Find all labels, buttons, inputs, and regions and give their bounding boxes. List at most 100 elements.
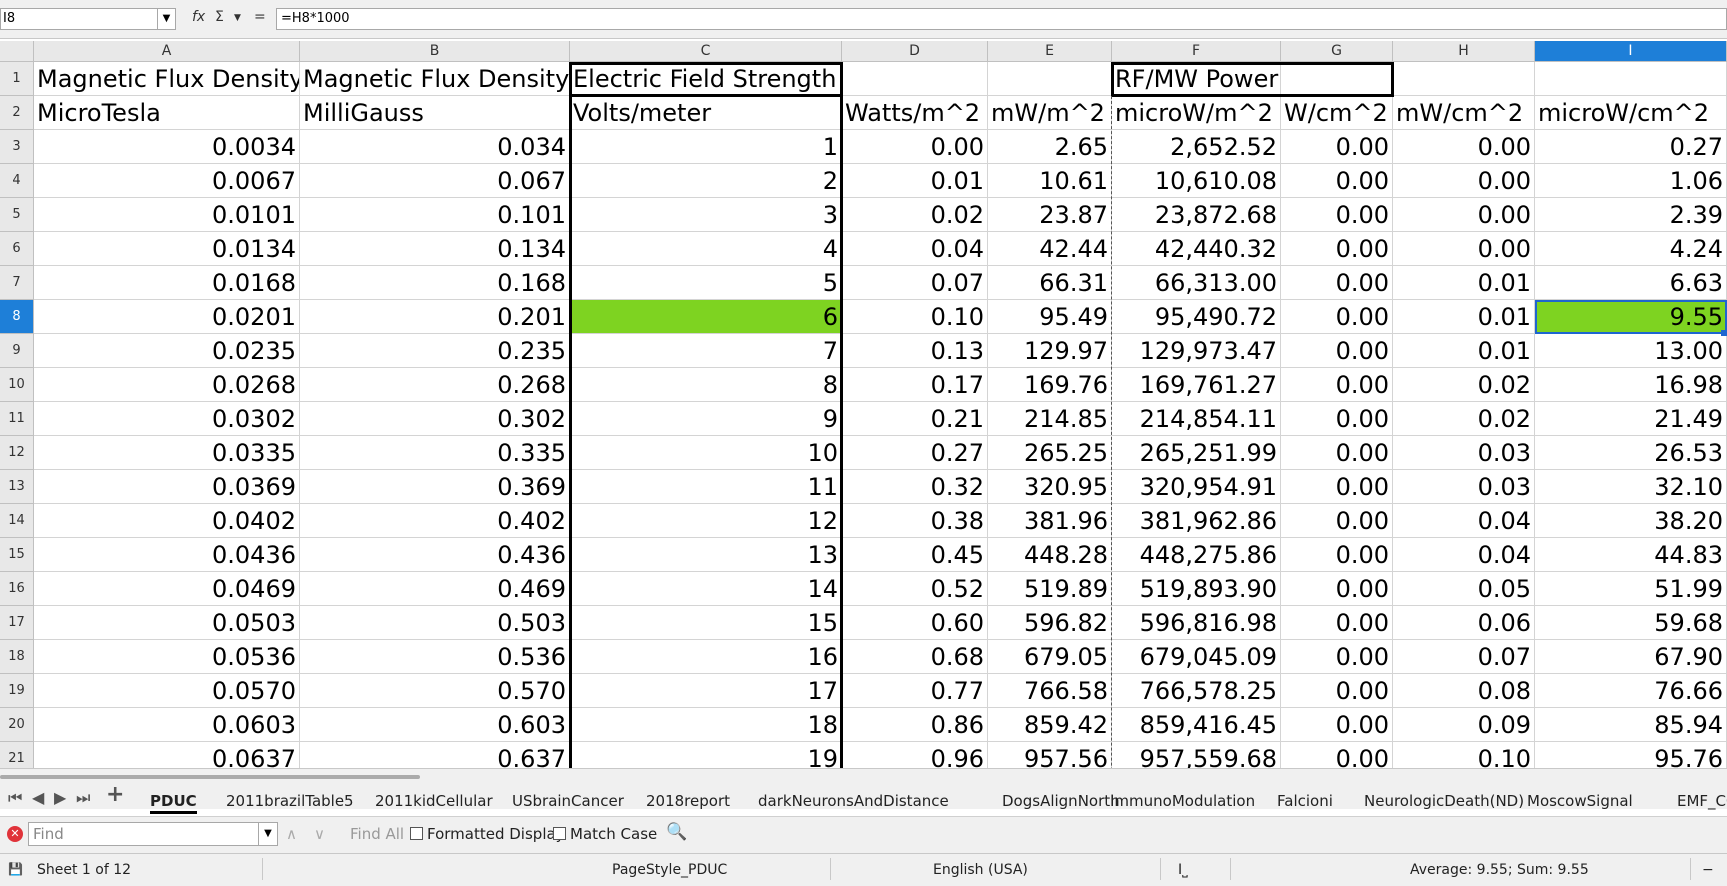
cell-i16[interactable]: 51.99 (1535, 572, 1727, 606)
cell-i13[interactable]: 32.10 (1535, 470, 1727, 504)
cell-c19[interactable]: 17 (570, 674, 842, 708)
cell-h19[interactable]: 0.08 (1393, 674, 1535, 708)
selection-summary[interactable]: Average: 9.55; Sum: 9.55 (1410, 862, 1589, 878)
cell-c12[interactable]: 10 (570, 436, 842, 470)
cell-e13[interactable]: 320.95 (988, 470, 1112, 504)
cell-d21[interactable]: 0.96 (842, 742, 988, 768)
cell-g14[interactable]: 0.00 (1281, 504, 1393, 538)
row-header-18[interactable]: 18 (0, 640, 34, 674)
cell-i1[interactable] (1535, 62, 1727, 96)
sheet-tab-usbraincancer[interactable]: USbrainCancer (512, 792, 624, 810)
row-header-17[interactable]: 17 (0, 606, 34, 640)
cell-b16[interactable]: 0.469 (300, 572, 570, 606)
cell-e21[interactable]: 957.56 (988, 742, 1112, 768)
cell-e12[interactable]: 265.25 (988, 436, 1112, 470)
cell-h4[interactable]: 0.00 (1393, 164, 1535, 198)
cell-b17[interactable]: 0.503 (300, 606, 570, 640)
cell-d8[interactable]: 0.10 (842, 300, 988, 334)
sheet-tab-dogsalignnorth[interactable]: DogsAlignNorth (1002, 792, 1120, 810)
cell-e2[interactable]: mW/m^2 (988, 96, 1112, 130)
cell-c21[interactable]: 19 (570, 742, 842, 768)
cell-e7[interactable]: 66.31 (988, 266, 1112, 300)
cell-i19[interactable]: 76.66 (1535, 674, 1727, 708)
cell-a4[interactable]: 0.0067 (34, 164, 300, 198)
cell-h12[interactable]: 0.03 (1393, 436, 1535, 470)
cell-a18[interactable]: 0.0536 (34, 640, 300, 674)
column-header-a[interactable]: A (34, 41, 300, 62)
cell-h10[interactable]: 0.02 (1393, 368, 1535, 402)
select-all-corner[interactable] (0, 41, 34, 62)
cell-b4[interactable]: 0.067 (300, 164, 570, 198)
cell-i11[interactable]: 21.49 (1535, 402, 1727, 436)
cell-c16[interactable]: 14 (570, 572, 842, 606)
cell-i18[interactable]: 67.90 (1535, 640, 1727, 674)
cell-i9[interactable]: 13.00 (1535, 334, 1727, 368)
find-previous-icon[interactable]: ∧ (286, 825, 297, 843)
cell-f13[interactable]: 320,954.91 (1112, 470, 1281, 504)
cell-e6[interactable]: 42.44 (988, 232, 1112, 266)
cell-f7[interactable]: 66,313.00 (1112, 266, 1281, 300)
cell-d15[interactable]: 0.45 (842, 538, 988, 572)
cell-g7[interactable]: 0.00 (1281, 266, 1393, 300)
cell-d2[interactable]: Watts/m^2 (842, 96, 988, 130)
sheet-tab-neurologicdeath-nd-[interactable]: NeurologicDeath(ND) (1364, 792, 1524, 810)
cell-d1[interactable] (842, 62, 988, 96)
cell-b12[interactable]: 0.335 (300, 436, 570, 470)
sheet-tab-emf-cc[interactable]: EMF_CC (1677, 792, 1727, 810)
last-sheet-icon[interactable]: ⏭ (76, 788, 90, 808)
cell-h1[interactable] (1393, 62, 1535, 96)
cell-f21[interactable]: 957,559.68 (1112, 742, 1281, 768)
add-sheet-icon[interactable]: + (106, 782, 124, 807)
cell-d19[interactable]: 0.77 (842, 674, 988, 708)
cell-a17[interactable]: 0.0503 (34, 606, 300, 640)
cell-b20[interactable]: 0.603 (300, 708, 570, 742)
cell-a1[interactable]: Magnetic Flux Density (34, 62, 300, 96)
cell-f19[interactable]: 766,578.25 (1112, 674, 1281, 708)
cell-d3[interactable]: 0.00 (842, 130, 988, 164)
cell-f16[interactable]: 519,893.90 (1112, 572, 1281, 606)
cell-g17[interactable]: 0.00 (1281, 606, 1393, 640)
close-find-icon[interactable]: ✕ (7, 826, 23, 842)
cell-g12[interactable]: 0.00 (1281, 436, 1393, 470)
cell-h16[interactable]: 0.05 (1393, 572, 1535, 606)
cell-i4[interactable]: 1.06 (1535, 164, 1727, 198)
cell-c4[interactable]: 2 (570, 164, 842, 198)
cell-h7[interactable]: 0.01 (1393, 266, 1535, 300)
cell-e5[interactable]: 23.87 (988, 198, 1112, 232)
row-header-2[interactable]: 2 (0, 96, 34, 130)
sum-dropdown-icon[interactable]: ▼ (234, 13, 241, 23)
cell-c5[interactable]: 3 (570, 198, 842, 232)
save-icon[interactable]: 💾 (8, 862, 23, 876)
cell-h2[interactable]: mW/cm^2 (1393, 96, 1535, 130)
cell-g19[interactable]: 0.00 (1281, 674, 1393, 708)
match-case-checkbox[interactable] (553, 827, 566, 840)
cell-h9[interactable]: 0.01 (1393, 334, 1535, 368)
sheet-tab-2018report[interactable]: 2018report (646, 792, 730, 810)
cell-i21[interactable]: 95.76 (1535, 742, 1727, 768)
cell-i14[interactable]: 38.20 (1535, 504, 1727, 538)
cell-f17[interactable]: 596,816.98 (1112, 606, 1281, 640)
cell-b19[interactable]: 0.570 (300, 674, 570, 708)
row-header-3[interactable]: 3 (0, 130, 34, 164)
row-header-16[interactable]: 16 (0, 572, 34, 606)
cell-f12[interactable]: 265,251.99 (1112, 436, 1281, 470)
cell-i7[interactable]: 6.63 (1535, 266, 1727, 300)
row-header-1[interactable]: 1 (0, 62, 34, 96)
cell-i10[interactable]: 16.98 (1535, 368, 1727, 402)
cell-e16[interactable]: 519.89 (988, 572, 1112, 606)
cell-f20[interactable]: 859,416.45 (1112, 708, 1281, 742)
cell-e8[interactable]: 95.49 (988, 300, 1112, 334)
sheet-count[interactable]: Sheet 1 of 12 (37, 862, 131, 878)
fill-handle[interactable] (1721, 330, 1727, 336)
cell-d16[interactable]: 0.52 (842, 572, 988, 606)
row-header-15[interactable]: 15 (0, 538, 34, 572)
cell-i3[interactable]: 0.27 (1535, 130, 1727, 164)
cell-h20[interactable]: 0.09 (1393, 708, 1535, 742)
cell-f6[interactable]: 42,440.32 (1112, 232, 1281, 266)
cell-d13[interactable]: 0.32 (842, 470, 988, 504)
sheet-tab-2011braziltable5[interactable]: 2011brazilTable5 (226, 792, 354, 810)
cell-b18[interactable]: 0.536 (300, 640, 570, 674)
cell-i17[interactable]: 59.68 (1535, 606, 1727, 640)
cell-c8[interactable]: 6 (570, 300, 842, 334)
cell-e17[interactable]: 596.82 (988, 606, 1112, 640)
